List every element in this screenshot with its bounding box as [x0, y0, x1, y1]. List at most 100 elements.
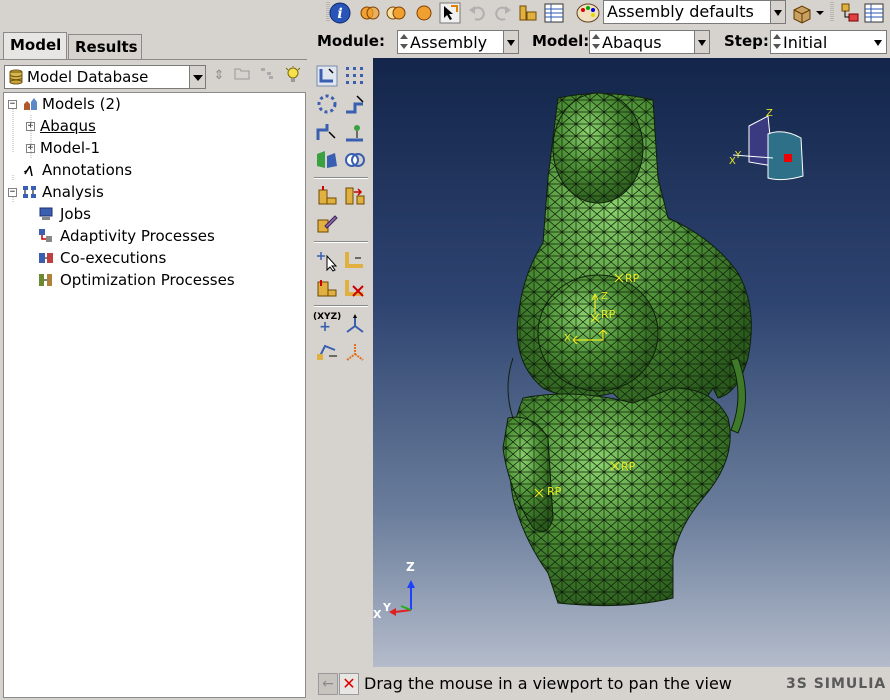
- reference-point-icon[interactable]: [343, 248, 367, 272]
- tree-item-label: Jobs: [60, 205, 91, 223]
- prompt-cancel-button[interactable]: ✕: [339, 673, 359, 695]
- tab-results[interactable]: Results: [68, 34, 142, 60]
- transform-csys-icon[interactable]: [315, 340, 339, 364]
- position-constraint-icon[interactable]: [315, 184, 339, 208]
- tree-item-optimization[interactable]: Optimization Processes: [38, 269, 278, 291]
- main-toolbar: i Assembly defaults: [307, 0, 890, 26]
- view-cube-icon[interactable]: Z Y X: [729, 108, 804, 181]
- updown-spinner-icon[interactable]: [591, 32, 601, 52]
- module-value: Assembly: [410, 33, 488, 52]
- part-assembly-icon[interactable]: [517, 2, 539, 24]
- render-style-value: Assembly defaults: [607, 2, 754, 21]
- datum-plane-icon[interactable]: [315, 276, 339, 300]
- model-tree: − Models (2) + Abaqus + Model-1 Annotati…: [3, 92, 306, 698]
- info-icon[interactable]: i: [329, 2, 351, 24]
- rp-label: RP: [621, 460, 636, 473]
- model-select[interactable]: Abaqus: [589, 30, 710, 54]
- chevron-down-icon[interactable]: [694, 31, 709, 53]
- tree-item-label: Annotations: [42, 161, 133, 179]
- circles-intersect-icon[interactable]: [385, 2, 407, 24]
- redo-icon[interactable]: [491, 2, 513, 24]
- rp-label: RP: [601, 308, 616, 321]
- create-instance-icon[interactable]: [315, 64, 339, 88]
- datum-cut-icon[interactable]: [343, 276, 367, 300]
- updown-spinner-icon[interactable]: [399, 32, 409, 52]
- toolbar-grip-icon: [830, 2, 834, 22]
- toolbox-divider: [314, 241, 368, 243]
- tree-item-model-1[interactable]: + Model-1: [26, 137, 146, 159]
- chevron-down-icon[interactable]: [503, 31, 518, 53]
- palette-icon[interactable]: [575, 2, 601, 24]
- tree-item-jobs[interactable]: Jobs: [38, 203, 158, 225]
- database-select-value: Model Database: [27, 68, 149, 86]
- database-icon: [9, 69, 23, 85]
- cube-x-label: X: [729, 156, 736, 167]
- tab-model[interactable]: Model: [3, 32, 67, 60]
- rp-label: RP: [547, 485, 562, 498]
- chevron-down-icon[interactable]: [189, 66, 205, 88]
- circle-icon[interactable]: [413, 2, 435, 24]
- simulia-logo: 3S SIMULIA: [786, 676, 887, 692]
- module-label: Module:: [317, 32, 385, 50]
- 3d-box-icon[interactable]: [791, 2, 813, 24]
- triad-z-label: Z: [406, 560, 415, 574]
- translate-to-icon[interactable]: [343, 120, 367, 144]
- edit-constraint-icon[interactable]: [315, 212, 339, 236]
- radial-pattern-icon[interactable]: [315, 92, 339, 116]
- pick-cursor-icon[interactable]: [439, 2, 461, 24]
- axis-triad-icon: Z Y X: [373, 560, 415, 621]
- step-label: Step:: [724, 32, 769, 50]
- chevron-down-icon[interactable]: [871, 31, 886, 53]
- toolbox-divider: [314, 305, 368, 307]
- tree-item-label: Model-1: [40, 139, 100, 157]
- tree-item-label: Analysis: [42, 183, 104, 201]
- tree-item-label: Models (2): [42, 95, 121, 113]
- database-select[interactable]: Model Database: [4, 65, 206, 89]
- viewport[interactable]: RP RP RP RP Z X Z Y X Z Y X: [373, 58, 890, 667]
- cube-z-label: Z: [766, 108, 773, 119]
- tree-connectors: [12, 109, 32, 203]
- pattern-grid-icon[interactable]: [343, 64, 367, 88]
- merge-cut-icon[interactable]: [315, 148, 339, 172]
- chevron-down-icon[interactable]: [770, 1, 785, 23]
- assembly-toolbox: (XYZ) +: [310, 58, 372, 668]
- triad-x-label: X: [373, 608, 382, 621]
- rp-label: RP: [625, 272, 640, 285]
- toolbox-divider: [314, 177, 368, 179]
- tree-item-coexecutions[interactable]: Co-executions: [38, 247, 238, 269]
- csys-x-label: X: [564, 333, 571, 344]
- table-list-icon[interactable]: [543, 2, 565, 24]
- step-value: Initial: [783, 33, 828, 52]
- rotate-instance-icon[interactable]: [315, 120, 339, 144]
- lightbulb-icon[interactable]: [284, 66, 302, 86]
- undo-icon[interactable]: [467, 2, 489, 24]
- list-view-icon[interactable]: [863, 2, 885, 24]
- updown-spinner-icon[interactable]: [772, 32, 782, 52]
- folder-icon[interactable]: [233, 66, 251, 86]
- point-coordinates-icon[interactable]: (XYZ) +: [313, 312, 341, 336]
- face-to-face-icon[interactable]: [343, 184, 367, 208]
- tab-divider: [0, 59, 307, 60]
- boolean-overlap-icon[interactable]: [343, 148, 367, 172]
- csys-z-label: Z: [601, 291, 608, 302]
- datum-csys-icon[interactable]: [343, 340, 367, 364]
- knee-mesh-model[interactable]: RP RP RP RP Z X Z Y X Z Y X: [373, 58, 890, 667]
- datum-axis-icon[interactable]: [343, 312, 367, 336]
- prompt-text: Drag the mouse in a viewport to pan the …: [364, 674, 732, 693]
- module-select[interactable]: Assembly: [397, 30, 519, 54]
- tree-item-adaptivity[interactable]: Adaptivity Processes: [38, 225, 258, 247]
- filter-tree-icon[interactable]: [258, 66, 276, 86]
- tree-item-label: Optimization Processes: [60, 271, 235, 289]
- model-tree-panel: Model Results Model Database ⇕ − Models …: [0, 0, 307, 700]
- prompt-back-button[interactable]: ←: [318, 673, 338, 695]
- updown-spinner-icon[interactable]: ⇕: [210, 66, 228, 86]
- render-style-select[interactable]: Assembly defaults: [603, 0, 786, 24]
- tree-item-label: Adaptivity Processes: [60, 227, 215, 245]
- step-select[interactable]: Initial: [770, 30, 887, 54]
- circles-union-icon[interactable]: [359, 2, 381, 24]
- chevron-down-icon[interactable]: [815, 2, 825, 24]
- query-pick-icon[interactable]: [315, 248, 339, 272]
- translate-instance-icon[interactable]: [343, 92, 367, 116]
- tree-item-model-abaqus[interactable]: + Abaqus: [26, 115, 146, 137]
- query-tree-icon[interactable]: [839, 2, 861, 24]
